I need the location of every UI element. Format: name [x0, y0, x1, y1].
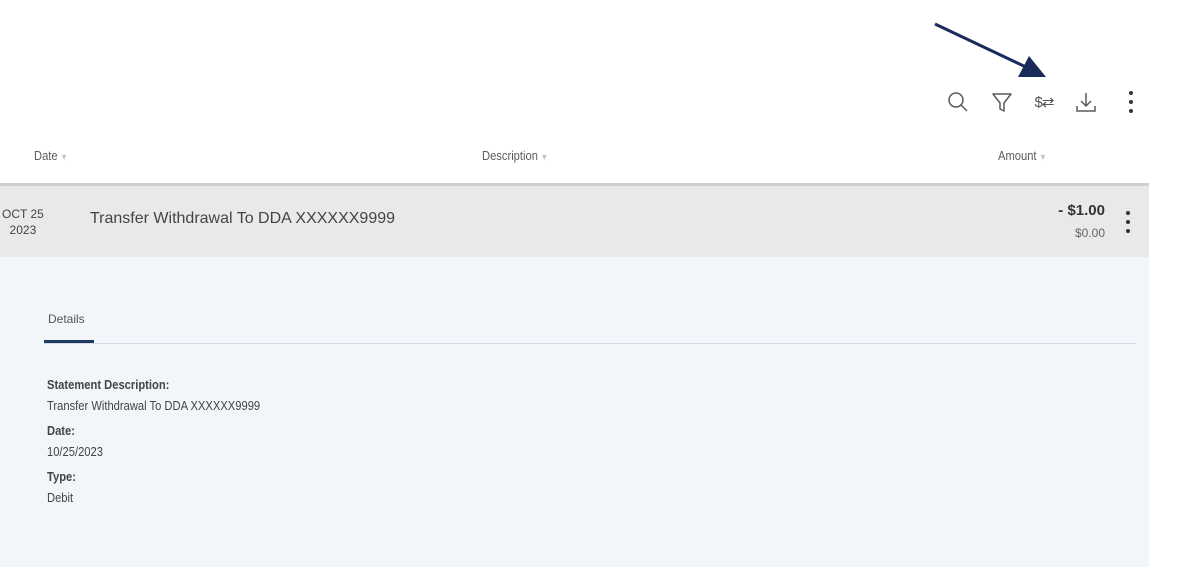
type-value: Debit: [47, 490, 74, 505]
date-column-header[interactable]: Date ▼: [34, 148, 68, 163]
more-options-button[interactable]: [1115, 86, 1147, 118]
tab-details-label: Details: [48, 312, 85, 326]
statement-description-label: Statement Description:: [47, 377, 170, 392]
amount-header-label: Amount: [998, 148, 1037, 163]
download-icon: [1076, 93, 1096, 112]
sort-caret-icon: ▼: [1039, 152, 1047, 162]
filter-button[interactable]: [986, 86, 1018, 118]
row-more-options-button[interactable]: [1125, 210, 1137, 236]
more-vertical-icon: [1126, 211, 1130, 233]
date-value: 10/25/2023: [47, 444, 103, 459]
tab-details[interactable]: Details: [44, 303, 94, 343]
sort-caret-icon: ▼: [540, 152, 549, 162]
transaction-details-panel: Details Statement Description: Transfer …: [0, 257, 1149, 567]
download-button[interactable]: [1070, 86, 1102, 118]
more-vertical-icon: [1129, 91, 1133, 113]
transaction-date-year: 2023: [9, 223, 37, 237]
search-icon: [948, 92, 968, 112]
filter-icon: [992, 93, 1012, 112]
description-header-label: Description: [482, 148, 538, 163]
amount-column-header[interactable]: Amount ▼: [998, 148, 1047, 163]
transaction-date-month-day: OCT 25: [2, 207, 44, 221]
currency-exchange-icon: $⇄: [1034, 94, 1055, 111]
transaction-balance: $0.00: [1074, 226, 1105, 240]
transaction-amount: - $1.00: [1058, 202, 1105, 219]
description-column-header[interactable]: Description ▼: [482, 148, 548, 163]
transaction-date: OCT 25 2023: [2, 206, 44, 238]
currency-exchange-button[interactable]: $⇄: [1028, 86, 1060, 118]
date-header-label: Date: [34, 148, 58, 163]
date-label: Date:: [47, 423, 75, 438]
tab-divider: [44, 343, 1136, 344]
sort-caret-icon: ▼: [60, 152, 68, 162]
statement-description-value: Transfer Withdrawal To DDA XXXXXX9999: [47, 398, 261, 413]
type-label: Type:: [47, 469, 76, 484]
transaction-row[interactable]: OCT 25 2023 Transfer Withdrawal To DDA X…: [0, 183, 1149, 257]
search-button[interactable]: [942, 86, 974, 118]
transaction-description: Transfer Withdrawal To DDA XXXXXX9999: [90, 210, 396, 227]
